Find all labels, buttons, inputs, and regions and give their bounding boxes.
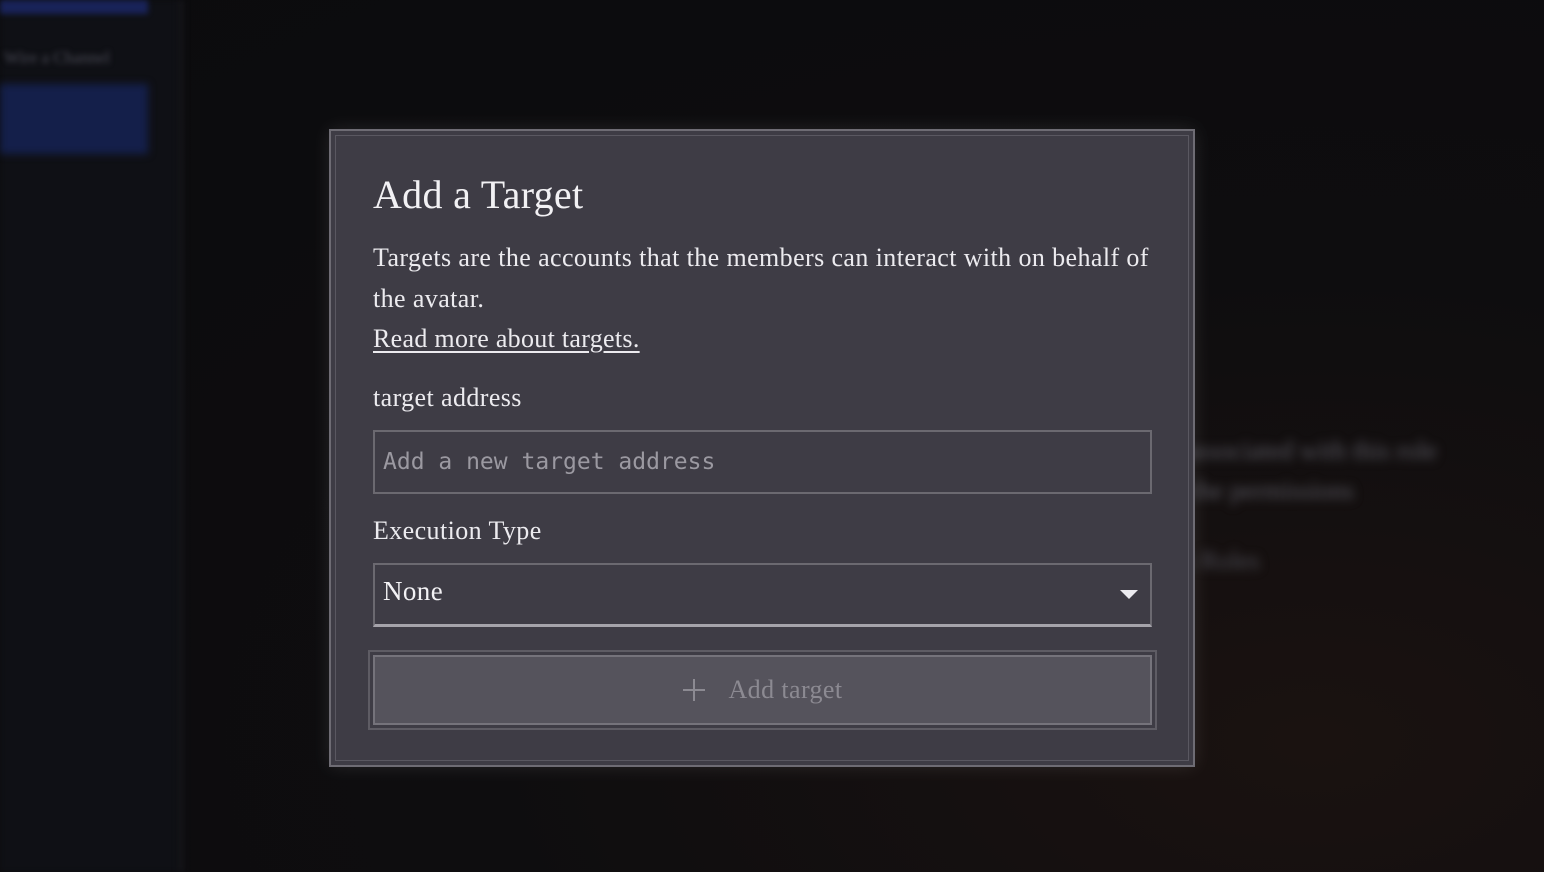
target-address-label: target address bbox=[373, 383, 522, 412]
execution-type-selected-value: None bbox=[383, 576, 444, 606]
execution-type-label: Execution Type bbox=[373, 516, 542, 545]
chevron-down-icon bbox=[1120, 590, 1138, 599]
plus-icon bbox=[682, 679, 705, 701]
background-nav-item-top bbox=[0, 0, 148, 14]
read-more-link[interactable]: Read more about targets. bbox=[373, 321, 640, 357]
modal-description: Targets are the accounts that the member… bbox=[373, 243, 1149, 313]
target-address-input[interactable] bbox=[373, 430, 1152, 494]
add-target-button[interactable]: Add target bbox=[373, 655, 1152, 725]
execution-type-select[interactable]: None bbox=[373, 563, 1152, 627]
add-target-modal: Add a Target Targets are the accounts th… bbox=[329, 129, 1195, 767]
add-target-button-label: Add target bbox=[728, 675, 843, 704]
background-sidebar-divider bbox=[178, 0, 184, 872]
add-target-button-focus-ring: Add target bbox=[368, 650, 1157, 730]
background-nav-item-text: Wire a Channel bbox=[4, 48, 110, 67]
modal-title: Add a Target bbox=[373, 172, 584, 217]
background-nav-item-active bbox=[0, 84, 148, 154]
